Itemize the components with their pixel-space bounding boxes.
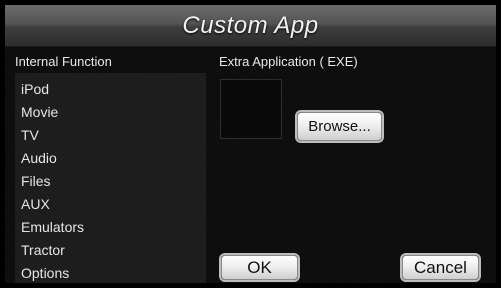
internal-function-list: iPod Movie TV Audio Files AUX Emulators … — [15, 73, 206, 283]
custom-app-dialog: Custom App Internal Function Extra Appli… — [5, 5, 496, 283]
list-item-options[interactable]: Options — [21, 264, 69, 282]
extra-application-header: Extra Application ( EXE) — [219, 54, 358, 69]
list-item-emulators[interactable]: Emulators — [21, 218, 84, 236]
browse-button[interactable]: Browse... — [297, 112, 382, 141]
cancel-button[interactable]: Cancel — [402, 255, 479, 280]
window-title: Custom App — [182, 11, 319, 39]
internal-function-header: Internal Function — [15, 54, 112, 69]
application-icon-placeholder — [220, 79, 282, 139]
list-item-audio[interactable]: Audio — [21, 149, 57, 167]
list-item-aux[interactable]: AUX — [21, 195, 50, 213]
list-item-tv[interactable]: TV — [21, 126, 39, 144]
list-item-files[interactable]: Files — [21, 172, 51, 190]
list-item-movie[interactable]: Movie — [21, 103, 58, 121]
title-bar: Custom App — [5, 5, 496, 47]
ok-button[interactable]: OK — [221, 255, 298, 280]
list-item-tractor[interactable]: Tractor — [21, 241, 65, 259]
list-item-ipod[interactable]: iPod — [21, 80, 49, 98]
